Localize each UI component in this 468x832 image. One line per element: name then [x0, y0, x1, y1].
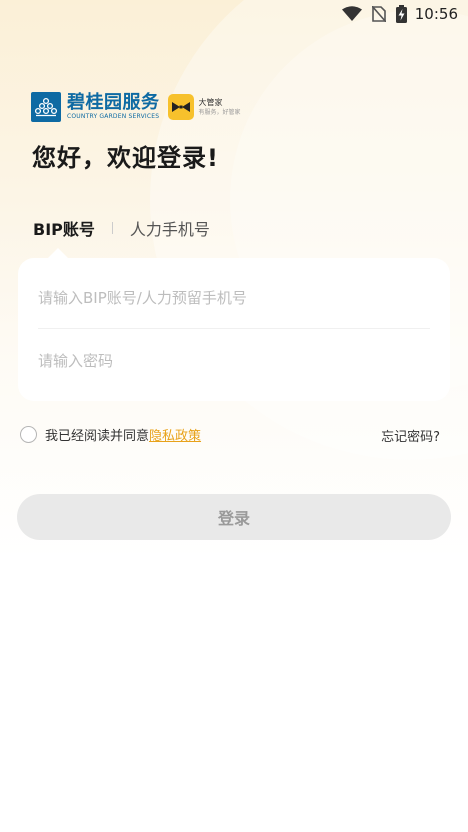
wifi-icon	[341, 6, 362, 22]
bowtie-logo-icon	[167, 94, 194, 120]
brand-subtitle: COUNTRY GARDEN SERVICES	[67, 113, 160, 120]
battery-charging-icon	[395, 5, 407, 23]
brand-header: 碧桂园服务 COUNTRY GARDEN SERVICES 大管家 有服务，好管…	[31, 92, 241, 122]
status-time: 10:56	[414, 5, 458, 23]
tab-bip-account[interactable]: BIP账号	[33, 216, 95, 240]
partner-brand: 大管家 有服务，好管家	[167, 94, 241, 120]
partner-name: 大管家	[198, 98, 223, 107]
welcome-title: 您好，欢迎登录!	[32, 144, 219, 172]
tab-hr-phone[interactable]: 人力手机号	[130, 216, 210, 240]
agreement-checkbox[interactable]	[20, 426, 37, 443]
login-method-tabs: BIP账号 人力手机号	[33, 216, 210, 240]
partner-slogan: 有服务，好管家	[198, 109, 241, 116]
field-divider	[38, 328, 430, 329]
privacy-agreement: 我已经阅读并同意 隐私政策	[20, 425, 201, 444]
password-input[interactable]	[38, 341, 430, 381]
brand-name: 碧桂园服务	[67, 92, 160, 113]
agreement-text: 我已经阅读并同意	[45, 429, 150, 444]
status-bar: 10:56	[0, 0, 468, 28]
tab-divider	[111, 222, 113, 234]
privacy-policy-link[interactable]: 隐私政策	[149, 425, 201, 444]
active-tab-indicator	[48, 248, 68, 258]
no-sim-icon	[371, 6, 386, 22]
login-button[interactable]: 登录	[17, 494, 451, 540]
country-garden-logo-icon	[31, 92, 61, 122]
login-form-card	[18, 258, 450, 401]
forgot-password-link[interactable]: 忘记密码?	[381, 426, 440, 445]
account-input[interactable]	[38, 278, 430, 318]
